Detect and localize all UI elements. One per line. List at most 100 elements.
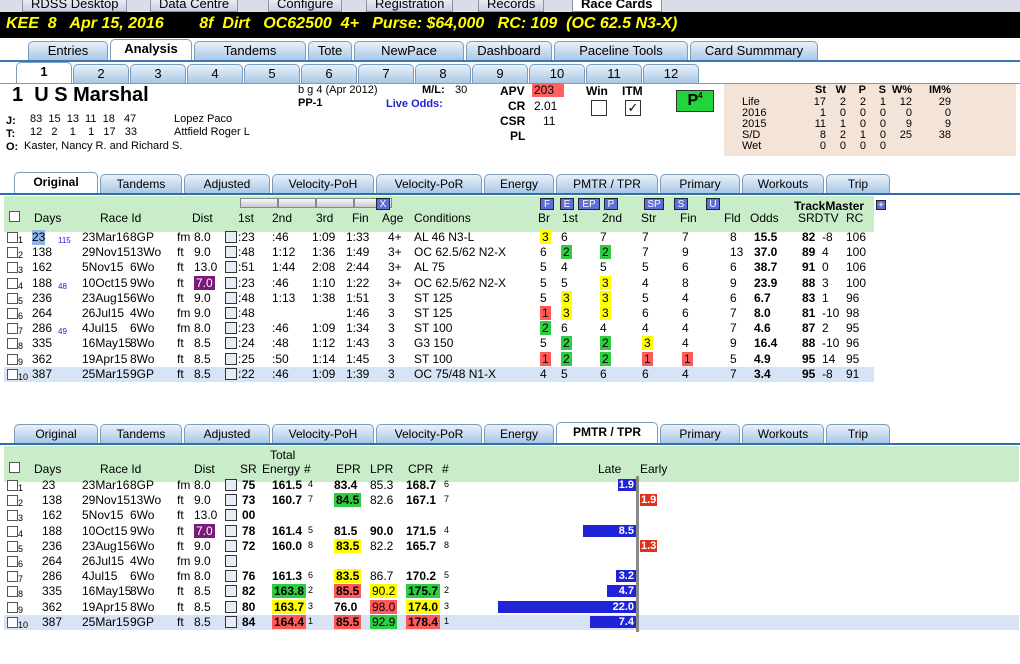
menu-rdss-desktop[interactable]: RDSS Desktop [22,0,128,12]
horse-tab-9[interactable]: 9 [472,64,528,83]
menu-records[interactable]: Records [478,0,545,12]
row-checkbox[interactable] [7,601,18,613]
horse-tab-7[interactable]: 7 [358,64,414,83]
pmtr-tab-velocity-por[interactable]: Velocity-PoR [376,424,482,443]
orig-tab-tandems[interactable]: Tandems [100,174,182,193]
pmtr-row[interactable]: 3 162 5Nov15 6Wo ft 13.0 00 [4,508,1019,523]
pmtr-tab-pmtr-tpr[interactable]: PMTR / TPR [556,422,658,443]
row-checkbox[interactable] [7,525,18,537]
row-checkbox[interactable] [7,232,18,243]
pmtr-row[interactable]: 7 286 4Jul15 6Wo fm 8.0 76 161.3 6 83.5 86.7 170.2 5… [4,569,1019,584]
tab-dashboard[interactable]: Dashboard [466,41,552,60]
row-checkbox[interactable] [7,616,18,628]
original-row[interactable]: 8 335 16May15 8Wo ft 8.5:24:48 1:12 1:43 3 G3 150… [4,336,874,351]
row-checkbox[interactable] [7,495,18,507]
pmtr-select-all-checkbox[interactable] [9,462,20,473]
tab-entries[interactable]: Entries [28,41,108,60]
original-row[interactable]: 10 387 25Mar15 9GP ft 8.5:22:46 1:09 1:39 3 OC 75… [4,366,874,382]
orig-tab-pmtr-tpr[interactable]: PMTR / TPR [556,174,658,193]
pmtr-row[interactable]: 10 387 25Mar15 9GP ft 8.5 84 164.4 1 85.5 92.9 178.… [4,614,1019,630]
tab-newpace[interactable]: NewPace [354,41,464,60]
col-button[interactable] [240,198,278,208]
orig-tab-trip[interactable]: Trip [826,174,890,193]
row-checkbox[interactable] [7,277,18,289]
original-row[interactable]: 6 264 26Jul15 4Wo fm 9.0:48 1:46 3 ST 125 1 3 3 6 6 7 8… [4,306,874,321]
pmtr-row[interactable]: 1 23 23Mar16 8GP fm 8.0 75 161.5 4 83.4 85.3 168.7 6… [4,478,1019,493]
p-filter-button[interactable]: P [604,198,618,210]
f-filter-button[interactable]: F [540,198,554,210]
u-filter-button[interactable]: U [706,198,720,210]
pmtr-row[interactable]: 2 138 29Nov15 13Wo ft 9.0 73 160.7 7 84.5 82.6 167.… [4,493,1019,508]
orig-tab-primary[interactable]: Primary [660,174,740,193]
s-filter-button[interactable]: S [674,198,688,210]
row-checkbox[interactable] [7,571,18,583]
tab-tandems[interactable]: Tandems [194,41,306,60]
row-checkbox[interactable] [7,510,18,522]
col-button[interactable] [278,198,316,208]
row-checkbox[interactable] [7,338,18,350]
pmtr-row[interactable]: 4 188 10Oct15 9Wo ft 7.0 78 161.4 5 81.5 90.0 171.5… [4,523,1019,539]
menu-configure[interactable]: Configure [268,0,343,12]
pmtr-tab-original[interactable]: Original [14,424,98,443]
row-checkbox[interactable] [7,368,18,380]
orig-tab-velocity-poh[interactable]: Velocity-PoH [272,174,374,193]
ep-filter-button[interactable]: EP [578,198,600,210]
original-row[interactable]: 9 362 19Apr15 8Wo ft 8.5:25:50 1:14 1:45 3 ST 100… [4,351,874,367]
select-all-checkbox[interactable] [9,211,20,222]
horse-tab-5[interactable]: 5 [244,64,300,83]
row-checkbox[interactable] [7,292,18,304]
tab-card-summary[interactable]: Card Summmary [690,41,818,60]
x-button[interactable]: X [376,198,390,210]
tab-tote[interactable]: Tote [308,41,352,60]
row-checkbox[interactable] [7,323,18,335]
menu-race-cards[interactable]: Race Cards [572,0,662,12]
horse-tab-11[interactable]: 11 [586,64,642,83]
horse-tab-6[interactable]: 6 [301,64,357,83]
pmtr-tab-tandems[interactable]: Tandems [100,424,182,443]
row-checkbox[interactable] [7,540,18,552]
sp-filter-button[interactable]: SP [644,198,664,210]
pmtr-tab-adjusted[interactable]: Adjusted [184,424,270,443]
original-row[interactable]: 7 286 49 4Jul15 6Wo fm 8.0:23:46 1:09 1:34 3 ST 10… [4,321,874,336]
itm-checkbox[interactable]: ✓ [625,100,641,116]
horse-tab-12[interactable]: 12 [643,64,699,83]
original-row[interactable]: 5 236 23Aug15 6Wo ft 9.0:48 1:13 1:38 1:51 3 ST 12… [4,290,874,306]
pmtr-tab-velocity-poh[interactable]: Velocity-PoH [272,424,374,443]
orig-tab-velocity-por[interactable]: Velocity-PoR [376,174,482,193]
row-checkbox[interactable] [7,308,18,319]
original-row[interactable]: 3 162 5Nov15 6Wo ft 13.0:51 1:44 2:08 2:44 3+ AL 7… [4,260,874,275]
menu-data-centre[interactable]: Data Centre [150,0,239,12]
horse-tab-10[interactable]: 10 [529,64,585,83]
orig-tab-workouts[interactable]: Workouts [742,174,824,193]
horse-tab-2[interactable]: 2 [73,64,129,83]
tab-analysis[interactable]: Analysis [110,39,192,60]
e-filter-button[interactable]: E [560,198,574,210]
plus-button[interactable]: + [876,200,886,211]
original-row[interactable]: 2 138 29Nov15 13Wo ft 9.0:48 1:12 1:36 1:49 3+ OC … [4,245,874,260]
pmtr-row[interactable]: 8 335 16May15 8Wo ft 8.5 82 163.8 2 85.5 90.2 175.7… [4,584,1019,599]
row-checkbox[interactable] [7,247,18,259]
horse-tab-4[interactable]: 4 [187,64,243,83]
pmtr-tab-workouts[interactable]: Workouts [742,424,824,443]
row-checkbox[interactable] [7,480,18,491]
horse-tab-1[interactable]: 1 [16,62,72,83]
row-checkbox[interactable] [7,353,18,365]
pmtr-tab-primary[interactable]: Primary [660,424,740,443]
original-row[interactable]: 4 188 48 10Oct15 9Wo ft 7.0:23:46 1:10 1:22 3+ OC … [4,275,874,291]
row-checkbox[interactable] [7,586,18,598]
horse-tab-8[interactable]: 8 [415,64,471,83]
win-checkbox[interactable] [591,100,607,116]
row-checkbox[interactable] [7,556,18,567]
horse-tab-3[interactable]: 3 [130,64,186,83]
col-button[interactable] [316,198,354,208]
menu-registration[interactable]: Registration [366,0,454,12]
tab-paceline-tools[interactable]: Paceline Tools [554,41,688,60]
orig-tab-adjusted[interactable]: Adjusted [184,174,270,193]
pmtr-tab-energy[interactable]: Energy [484,424,554,443]
original-row[interactable]: 1 23 115 23Mar16 8GP fm 8.0:23:46 1:09 1:33 4+ AL … [4,230,874,245]
orig-tab-original[interactable]: Original [14,172,98,193]
pmtr-row[interactable]: 5 236 23Aug15 6Wo ft 9.0 72 160.0 8 83.5 82.2 165.7… [4,538,1019,554]
pmtr-tab-trip[interactable]: Trip [826,424,890,443]
pmtr-row[interactable]: 9 362 19Apr15 8Wo ft 8.5 80 163.7 3 76.0 98.0 174.0… [4,599,1019,615]
pmtr-row[interactable]: 6 264 26Jul15 4Wo fm 9.0 [4,554,1019,569]
